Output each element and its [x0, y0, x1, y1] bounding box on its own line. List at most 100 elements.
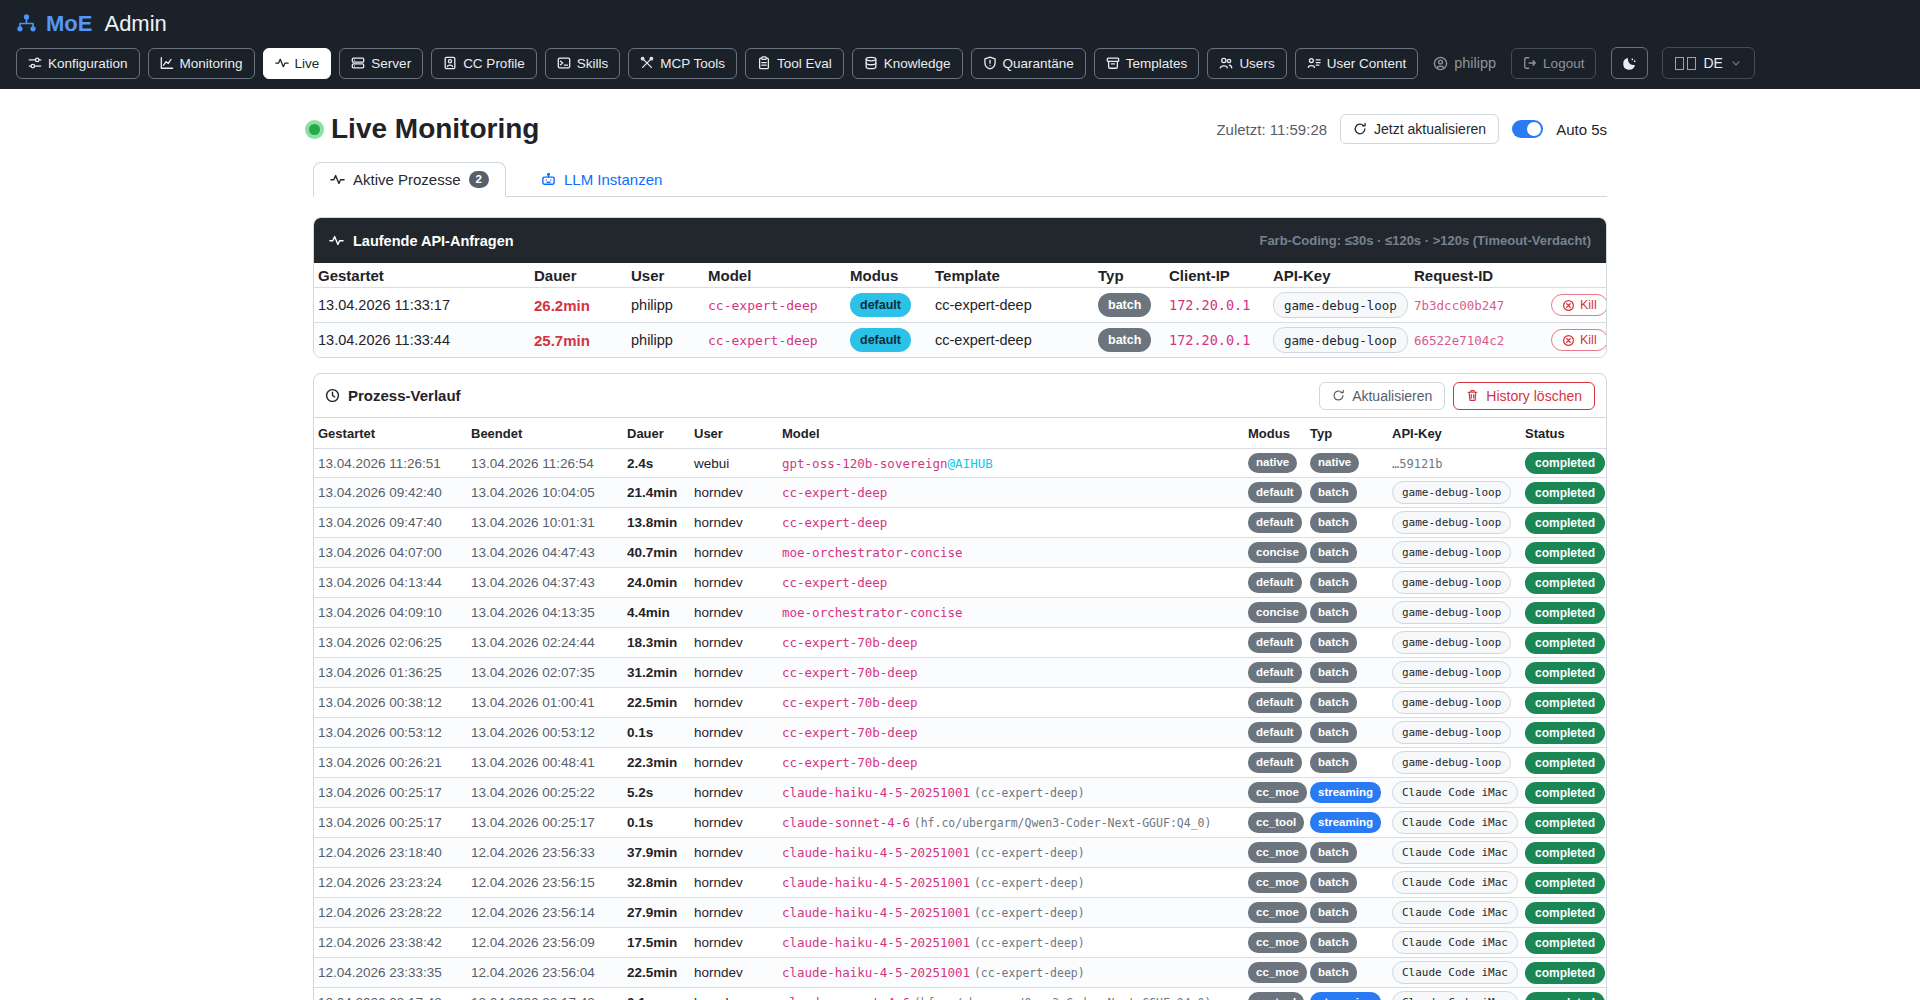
ended-cell: 12.04.2026 23:56:33 [467, 838, 623, 868]
nav-label: Skills [577, 56, 609, 71]
status-cell: completed [1521, 898, 1606, 928]
running-col-header [1547, 263, 1607, 288]
duration-cell: 5.2s [623, 778, 690, 808]
modus-badge: default [850, 293, 911, 317]
status-badge: completed [1525, 692, 1605, 714]
started-cell: 13.04.2026 00:25:17 [314, 808, 467, 838]
status-badge: completed [1525, 812, 1605, 834]
typ-badge: streaming [1310, 812, 1381, 833]
nav-quarant-ne[interactable]: Quarantäne [971, 48, 1086, 79]
ended-cell: 12.04.2026 23:56:09 [467, 928, 623, 958]
nav-server[interactable]: Server [339, 48, 423, 79]
typ-badge: batch [1310, 962, 1357, 983]
user-cell: horndev [690, 778, 778, 808]
theme-toggle-button[interactable] [1611, 47, 1648, 79]
pulse-icon [329, 233, 344, 248]
model-cell: claude-sonnet-4-6 (hf.co/ubergarm/Qwen3-… [778, 988, 1244, 1000]
history-col-header: Modus [1244, 418, 1306, 449]
started-cell: 13.04.2026 09:42:40 [314, 478, 467, 508]
last-update-text: Zuletzt: 11:59:28 [1216, 121, 1327, 138]
modus-badge: concise [1248, 542, 1307, 563]
nav-label: Templates [1126, 56, 1188, 71]
running-col-header: Modus [846, 263, 931, 288]
chart-icon [160, 56, 174, 70]
history-row: 13.04.2026 00:26:2113.04.2026 00:48:4122… [314, 748, 1606, 778]
started-cell: 13.04.2026 04:09:10 [314, 598, 467, 628]
color-coding-legend: Farb-Coding: ≤30s · ≤120s · >120s (Timeo… [1259, 233, 1591, 248]
modus-cell: default [1244, 748, 1306, 778]
nav-templates[interactable]: Templates [1094, 48, 1200, 79]
status-cell: completed [1521, 568, 1606, 598]
nav-skills[interactable]: Skills [545, 48, 621, 79]
api-key-cell: Claude Code iMac [1388, 988, 1521, 1000]
history-row: 13.04.2026 01:36:2513.04.2026 02:07:3531… [314, 658, 1606, 688]
history-row: 13.04.2026 09:42:4013.04.2026 10:04:0521… [314, 478, 1606, 508]
api-key-cell: game-debug-loop [1269, 323, 1410, 358]
typ-badge: batch [1310, 722, 1357, 743]
nav-user-content[interactable]: User Content [1295, 48, 1419, 79]
modus-cell: cc_moe [1244, 868, 1306, 898]
model-cell: cc-expert-deep [778, 508, 1244, 538]
started-cell: 12.04.2026 23:23:24 [314, 868, 467, 898]
duration-cell: 2.4s [623, 449, 690, 478]
nav-tool-eval[interactable]: Tool Eval [745, 48, 844, 79]
started-cell: 12.04.2026 23:33:35 [314, 958, 467, 988]
running-col-header: Gestartet [314, 263, 530, 288]
user-cell: horndev [690, 748, 778, 778]
duration-cell: 22.5min [623, 688, 690, 718]
nav-users[interactable]: Users [1207, 48, 1286, 79]
modus-cell: concise [1244, 598, 1306, 628]
tab-label: Aktive Prozesse [353, 171, 461, 188]
modus-cell: cc_tool [1244, 808, 1306, 838]
language-selector[interactable]: DE [1662, 47, 1754, 79]
refresh-now-button[interactable]: Jetzt aktualisieren [1340, 114, 1499, 144]
nav-cc-profile[interactable]: CC Profile [431, 48, 537, 79]
logout-button[interactable]: Logout [1511, 48, 1596, 79]
status-badge: completed [1525, 872, 1605, 894]
tab-aktive-prozesse[interactable]: Aktive Prozesse2 [313, 162, 506, 197]
modus-badge: default [850, 328, 911, 352]
nav-label: Live [295, 56, 320, 71]
refresh-icon [1353, 122, 1367, 136]
nav-mcp-tools[interactable]: MCP Tools [628, 48, 737, 79]
duration-cell: 22.5min [623, 958, 690, 988]
typ-badge: batch [1310, 902, 1357, 923]
modus-badge: cc_moe [1248, 932, 1307, 953]
request-id-cell: 66522e7104c2 [1410, 323, 1547, 358]
user-cell: webui [690, 449, 778, 478]
request-id-cell: 7b3dcc00b247 [1410, 288, 1547, 323]
tab-llm-instanzen[interactable]: LLM Instanzen [525, 162, 678, 197]
nav-live[interactable]: Live [263, 48, 332, 79]
pulse-icon [275, 56, 289, 70]
duration-cell: 26.2min [530, 288, 627, 323]
history-row: 13.04.2026 09:47:4013.04.2026 10:01:3113… [314, 508, 1606, 538]
nav-label: Tool Eval [777, 56, 832, 71]
kill-button[interactable]: Kill [1551, 294, 1607, 316]
status-cell: completed [1521, 598, 1606, 628]
history-refresh-button[interactable]: Aktualisieren [1319, 382, 1445, 410]
kill-button[interactable]: Kill [1551, 329, 1607, 351]
history-row: 12.04.2026 23:17:4312.04.2026 23:17:430.… [314, 988, 1606, 1000]
nav-monitoring[interactable]: Monitoring [148, 48, 255, 79]
typ-badge: batch [1310, 602, 1357, 623]
model-cell: cc-expert-70b-deep [778, 688, 1244, 718]
status-cell: completed [1521, 508, 1606, 538]
nav-knowledge[interactable]: Knowledge [852, 48, 963, 79]
history-clear-button[interactable]: History löschen [1453, 382, 1595, 410]
started-cell: 13.04.2026 11:33:17 [314, 288, 530, 323]
history-col-header: Dauer [623, 418, 690, 449]
profile-icon [443, 56, 457, 70]
model-cell: claude-haiku-4-5-20251001 (cc-expert-dee… [778, 838, 1244, 868]
typ-cell: batch [1306, 538, 1388, 568]
started-cell: 12.04.2026 23:28:22 [314, 898, 467, 928]
auto-refresh-toggle[interactable] [1512, 120, 1543, 138]
ended-cell: 12.04.2026 23:56:14 [467, 898, 623, 928]
database-icon [864, 56, 878, 70]
typ-badge: batch [1310, 512, 1357, 533]
nav-konfiguration[interactable]: Konfiguration [16, 48, 140, 79]
history-row: 12.04.2026 23:33:3512.04.2026 23:56:0422… [314, 958, 1606, 988]
status-cell: completed [1521, 838, 1606, 868]
modus-badge: default [1248, 572, 1302, 593]
history-col-header: Typ [1306, 418, 1388, 449]
archive-icon [1106, 56, 1120, 70]
